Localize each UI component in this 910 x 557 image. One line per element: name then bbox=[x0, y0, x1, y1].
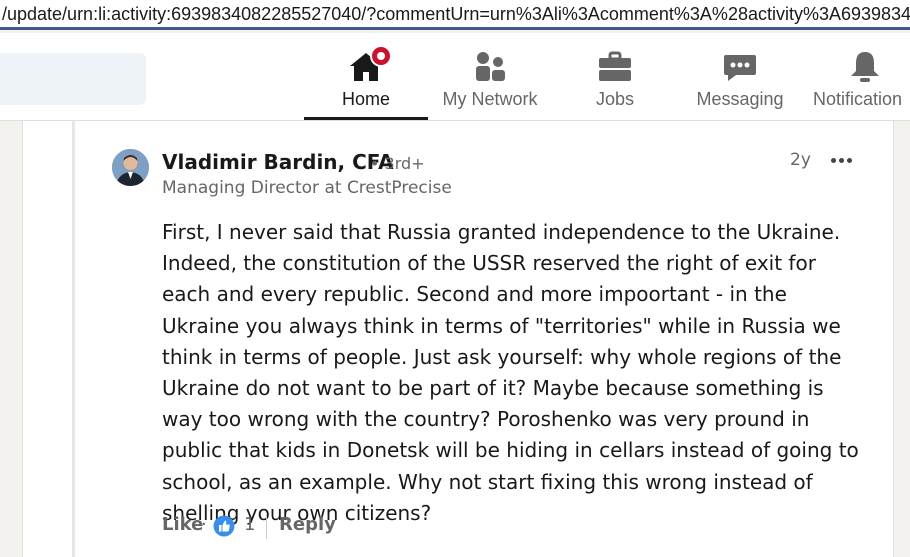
author-headline: Managing Director at CrestPrecise bbox=[162, 178, 452, 198]
search-input[interactable] bbox=[0, 53, 146, 105]
url-text[interactable]: /update/urn:li:activity:6939834082285527… bbox=[2, 4, 910, 24]
comment-timestamp: 2y bbox=[790, 150, 811, 170]
author-name[interactable]: Vladimir Bardin, CFA bbox=[162, 150, 394, 174]
bell-icon bbox=[847, 49, 883, 85]
nav-item-messaging[interactable]: Messaging bbox=[680, 33, 800, 121]
nav-item-my-network[interactable]: My Network bbox=[430, 33, 550, 121]
address-bar[interactable]: /update/urn:li:activity:6939834082285527… bbox=[0, 0, 910, 30]
nav-label-jobs: Jobs bbox=[595, 89, 635, 109]
separator-dot: · bbox=[201, 514, 207, 535]
like-button[interactable]: Like bbox=[162, 514, 203, 535]
briefcase-icon bbox=[597, 49, 633, 85]
avatar[interactable] bbox=[112, 149, 149, 186]
nav-label-notifications: Notification bbox=[813, 89, 903, 109]
active-indicator bbox=[304, 117, 428, 120]
reaction-count[interactable]: 1 bbox=[244, 514, 255, 535]
nav-item-jobs[interactable]: Jobs bbox=[555, 33, 675, 121]
nav-label-home: Home bbox=[341, 89, 390, 109]
nav-label-my-network: My Network bbox=[442, 89, 538, 109]
nav-item-home[interactable]: Home bbox=[304, 33, 428, 121]
action-divider bbox=[266, 515, 267, 539]
comment-text: First, I never said that Russia granted … bbox=[162, 220, 859, 525]
home-icon bbox=[348, 45, 392, 85]
thread-line bbox=[72, 121, 75, 557]
people-icon bbox=[472, 49, 508, 85]
reply-button[interactable]: Reply bbox=[279, 514, 336, 535]
nav-label-messaging: Messaging bbox=[696, 89, 784, 109]
chat-icon bbox=[722, 49, 758, 85]
like-reaction-icon[interactable] bbox=[213, 515, 235, 537]
connection-degree: • 3rd+ bbox=[370, 154, 425, 173]
global-nav: Home My Network Jobs Messaging Notificat… bbox=[0, 33, 910, 121]
nav-item-notifications[interactable]: Notification bbox=[805, 33, 910, 121]
notification-badge bbox=[370, 45, 392, 67]
more-options-button[interactable] bbox=[830, 150, 854, 170]
